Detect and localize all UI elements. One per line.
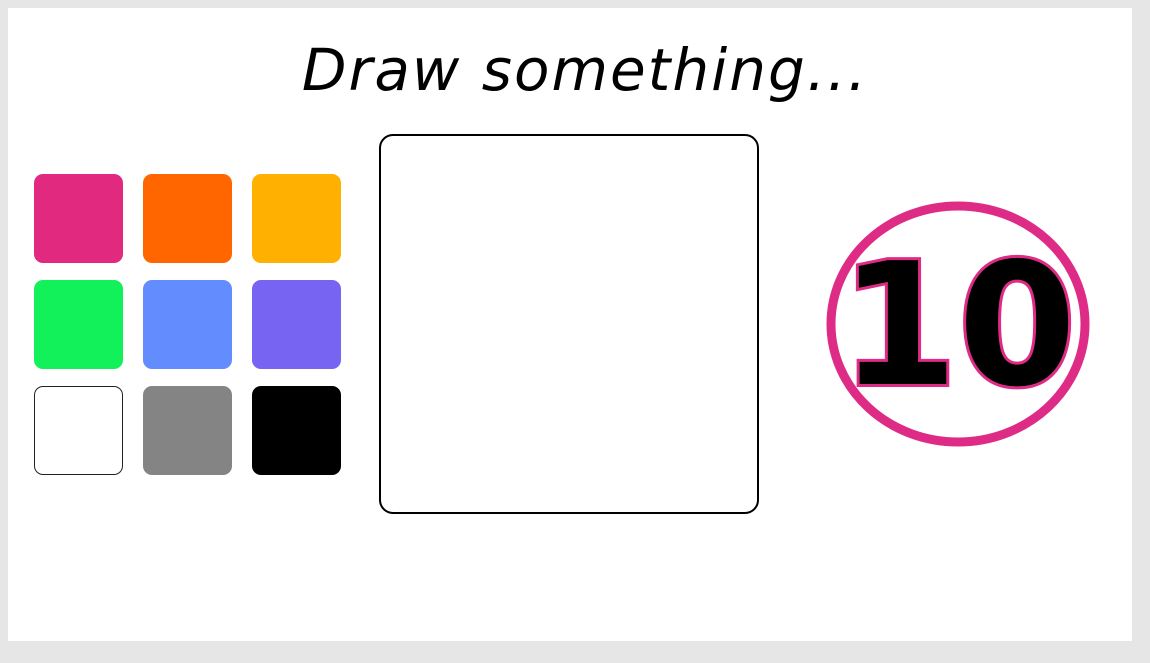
swatch-yellow[interactable] [252, 174, 341, 263]
countdown-timer: 10 [825, 200, 1091, 448]
swatch-black[interactable] [252, 386, 341, 475]
swatch-purple[interactable] [252, 280, 341, 369]
swatch-white[interactable] [34, 386, 123, 475]
timer-value: 10 [840, 227, 1077, 425]
swatch-pink[interactable] [34, 174, 123, 263]
drawing-canvas[interactable] [379, 134, 759, 514]
color-palette [34, 174, 342, 475]
swatch-blue[interactable] [143, 280, 232, 369]
swatch-gray[interactable] [143, 386, 232, 475]
swatch-green[interactable] [34, 280, 123, 369]
swatch-orange[interactable] [143, 174, 232, 263]
